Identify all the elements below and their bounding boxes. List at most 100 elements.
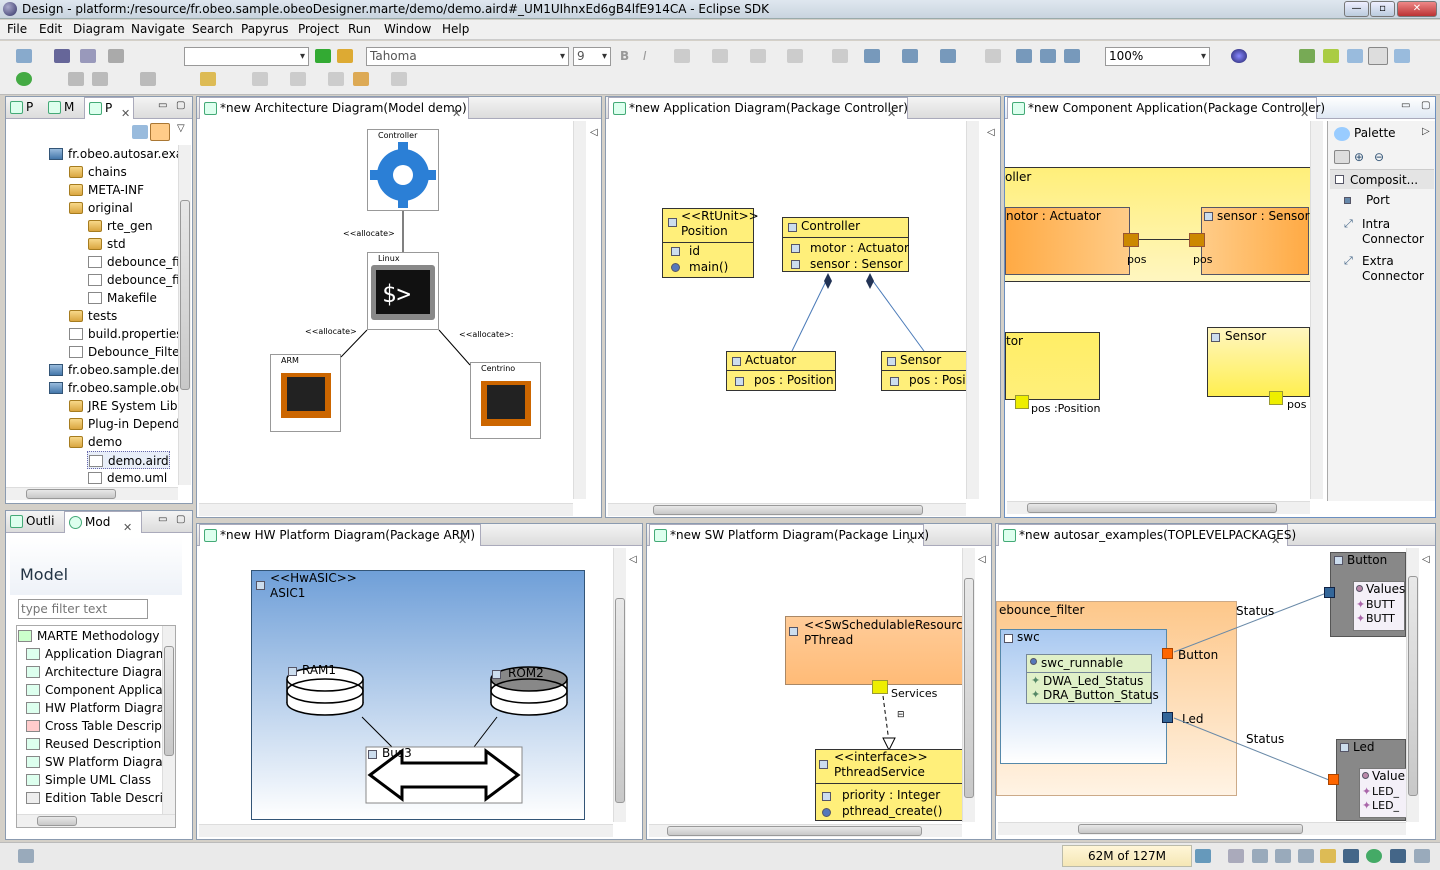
zoom-combo[interactable]: 100% <box>1105 47 1210 66</box>
centrino-node[interactable]: Centrino <box>470 362 541 439</box>
go-icon[interactable] <box>315 49 331 63</box>
save-icon[interactable] <box>54 49 70 63</box>
filter-input[interactable] <box>18 599 148 619</box>
sensor-component[interactable]: Sensor <box>1207 327 1310 397</box>
sensor-part[interactable]: sensor : Sensor <box>1201 207 1310 275</box>
tree-item[interactable]: MARTE Methodology <box>17 627 160 645</box>
wand-icon[interactable] <box>200 72 216 86</box>
vertical-scrollbar[interactable] <box>966 121 979 499</box>
pthread-service-interface[interactable]: <<interface>> PthreadService priority : … <box>815 749 963 821</box>
view-icon[interactable] <box>1320 849 1336 863</box>
vertical-scrollbar[interactable] <box>178 145 191 485</box>
horizontal-scrollbar[interactable] <box>998 822 1406 835</box>
palette-toggle-icon[interactable]: ◁ <box>978 554 986 565</box>
menu-project[interactable]: Project <box>298 22 339 36</box>
filter-icon[interactable] <box>1040 49 1056 63</box>
port-icon[interactable] <box>872 680 888 694</box>
horizontal-scrollbar[interactable] <box>649 824 962 837</box>
pthread-resource[interactable]: <<SwSchedulableResource PThread <box>785 616 970 685</box>
font-size-combo[interactable]: 9 <box>573 47 611 66</box>
port-icon[interactable] <box>1269 391 1283 405</box>
swc-runnable[interactable]: swc_runnable ✦ DWA_Led_Status ✦ DRA_Button… <box>1026 654 1159 704</box>
tree-item[interactable]: debounce_fi <box>87 271 180 289</box>
line-color-icon[interactable] <box>750 49 766 63</box>
tree-item[interactable]: Debounce_Filter <box>68 343 185 361</box>
close-icon[interactable]: ✕ <box>906 530 915 551</box>
perspective-other-icon[interactable] <box>1394 49 1410 63</box>
tree-item[interactable]: fr.obeo.sample.dem <box>48 361 187 379</box>
palette-toggle-icon[interactable]: ◁ <box>1422 554 1430 565</box>
controller-class[interactable]: Controller motor : Actuator sensor : Sen… <box>782 217 909 272</box>
tree-item[interactable]: fr.obeo.autosar.exar <box>48 145 188 163</box>
vertical-scrollbar[interactable] <box>613 548 626 822</box>
tool-icon[interactable] <box>140 72 156 86</box>
actuator-part[interactable]: tor <box>1005 332 1100 400</box>
tab-outline[interactable]: Outli <box>6 511 62 533</box>
view-icon[interactable] <box>1366 849 1382 863</box>
asic-node[interactable]: <<HwASIC>> ASIC1 RAM1 ROM2 Bus3 <box>251 570 585 820</box>
tree-item[interactable]: Simple UML Class <box>25 771 151 789</box>
tree-item[interactable]: JRE System Libra <box>68 397 190 415</box>
collapse-icon[interactable]: ⊟ <box>897 710 905 720</box>
layer-icon[interactable] <box>1016 49 1032 63</box>
led-port[interactable] <box>1162 712 1173 723</box>
tree-item[interactable]: Reused Description <box>25 735 161 753</box>
menu-window[interactable]: Window <box>384 22 431 36</box>
palette-group[interactable]: Composit... <box>1330 169 1434 189</box>
italic-icon[interactable]: I <box>643 49 659 63</box>
tree-item[interactable]: debounce_fi <box>87 253 180 271</box>
linux-node[interactable]: Linux $> <box>367 252 439 330</box>
nav-icon[interactable] <box>252 72 268 86</box>
view-menu-icon[interactable]: ▽ <box>177 123 185 134</box>
line-style-icon[interactable] <box>787 49 803 63</box>
arm-node[interactable]: ARM <box>270 354 341 432</box>
maximize-icon[interactable]: ▢ <box>1421 100 1430 111</box>
perspective-design-icon[interactable] <box>1368 47 1388 65</box>
menu-run[interactable]: Run <box>348 22 371 36</box>
link-editor-icon[interactable] <box>150 123 170 141</box>
tab-autosar-diagram[interactable]: *new autosar_examples(TOPLEVELPACKAGES) ✕ <box>998 524 1296 547</box>
close-icon[interactable]: ✕ <box>452 103 461 124</box>
tab-model-explorer[interactable]: M <box>44 97 80 119</box>
button-component[interactable]: Button Values ✦ BUTT ✦ BUTT <box>1330 552 1406 637</box>
zoom-in-icon[interactable]: ⊕ <box>1354 150 1370 164</box>
tab-architecture-diagram[interactable]: *new Architecture Diagram(Model demo) ✕ <box>199 97 469 120</box>
tree-item[interactable]: tests <box>68 307 117 325</box>
minimize-icon[interactable]: ▭ <box>158 100 167 111</box>
port-icon[interactable] <box>1189 233 1205 247</box>
run-icon[interactable] <box>16 72 32 86</box>
port-icon[interactable] <box>1123 233 1139 247</box>
print-icon[interactable] <box>108 49 124 63</box>
back-icon[interactable] <box>328 72 344 86</box>
vertical-scrollbar[interactable] <box>573 121 586 499</box>
tree-item[interactable]: fr.obeo.sample.obe <box>48 379 183 397</box>
trim-icon[interactable] <box>1228 849 1244 863</box>
menu-edit[interactable]: Edit <box>39 22 62 36</box>
close-icon[interactable]: ✕ <box>458 530 467 551</box>
tree-item[interactable]: Edition Table Descrip <box>25 789 171 807</box>
tool-icon[interactable] <box>92 72 108 86</box>
tool-icon[interactable] <box>68 72 84 86</box>
perspective-icon[interactable] <box>1231 49 1247 63</box>
horizontal-scrollbar[interactable] <box>6 487 178 500</box>
horizontal-scrollbar[interactable] <box>199 824 613 837</box>
close-button[interactable]: ✕ <box>1397 1 1437 17</box>
palette-toggle-icon[interactable]: ◁ <box>590 127 598 138</box>
select-all-icon[interactable] <box>864 49 880 63</box>
tab-project-explorer[interactable]: P <box>6 97 42 119</box>
close-icon[interactable]: ✕ <box>123 517 132 538</box>
perspective-debug-icon[interactable] <box>1323 49 1339 63</box>
menu-papyrus[interactable]: Papyrus <box>241 22 289 36</box>
perspective-modeling-icon[interactable] <box>1347 49 1363 63</box>
tree-item[interactable]: demo.uml <box>87 469 167 487</box>
tree-item[interactable]: META-INF <box>68 181 144 199</box>
tree-item[interactable]: Architecture Diagra <box>25 663 162 681</box>
maximize-icon[interactable]: ▢ <box>176 100 185 111</box>
minimize-icon[interactable]: ▭ <box>158 514 167 525</box>
tab-application-diagram[interactable]: *new Application Diagram(Package Control… <box>608 97 908 120</box>
tree-item[interactable]: Component Applica <box>25 681 163 699</box>
refresh-icon[interactable] <box>337 49 353 63</box>
menu-help[interactable]: Help <box>442 22 469 36</box>
perspective-java-icon[interactable] <box>1299 49 1315 63</box>
zoom-out-icon[interactable]: ⊖ <box>1374 150 1390 164</box>
